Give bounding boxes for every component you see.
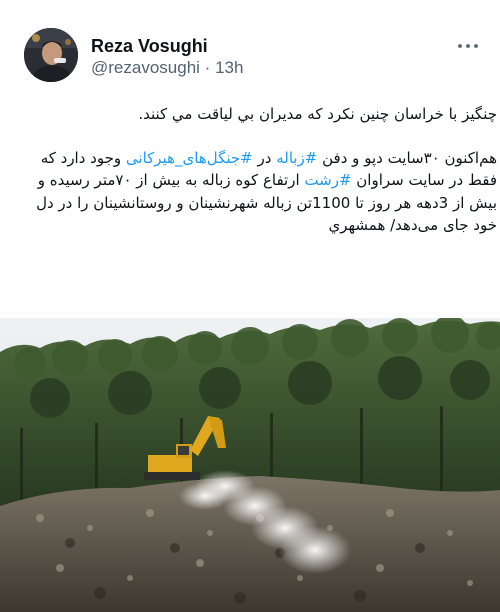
tweet-line-1: چنگیز با خراسان چنین نکرد که مدیران بي ل… bbox=[138, 105, 497, 123]
meta-separator: · bbox=[204, 58, 211, 77]
more-options-icon[interactable] bbox=[455, 38, 481, 54]
author-name[interactable]: Reza Vosughi bbox=[91, 36, 208, 57]
landfill-photo bbox=[0, 318, 500, 612]
tweet-paragraph-2: هم‌اکنون ۳۰سایت دپو و دفن #زباله در #جنگ… bbox=[20, 147, 497, 237]
author-meta: @rezavosughi · 13h bbox=[91, 58, 243, 78]
hashtag-link[interactable]: #زباله bbox=[276, 149, 317, 167]
author-handle[interactable]: @rezavosughi bbox=[91, 58, 200, 77]
tweet-text: چنگیز با خراسان چنین نکرد که مدیران بي ل… bbox=[20, 103, 497, 237]
tweet-text-segment: در bbox=[252, 148, 277, 167]
tweet-text-segment: هم‌اکنون ۳۰سایت دپو و دفن bbox=[317, 148, 497, 167]
tweet-photo[interactable] bbox=[0, 318, 500, 612]
hashtag-link[interactable]: #جنگل‌های_هیرکانی bbox=[126, 149, 253, 167]
tweet-time[interactable]: 13h bbox=[215, 58, 243, 77]
hashtag-link[interactable]: #رشت bbox=[304, 171, 351, 189]
avatar[interactable] bbox=[24, 28, 78, 82]
